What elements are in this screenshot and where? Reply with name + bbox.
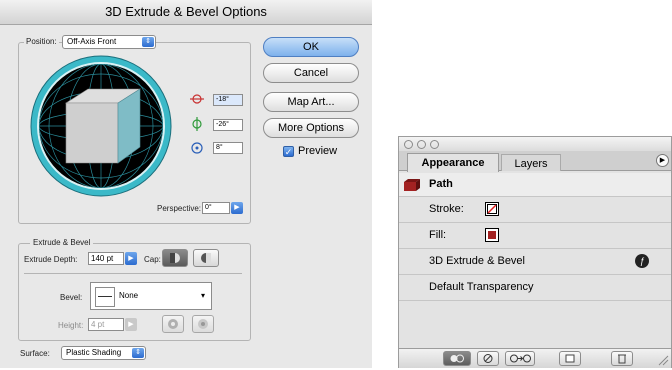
effect-label: 3D Extrude & Bevel	[429, 255, 525, 267]
surface-value: Plastic Shading	[66, 348, 122, 357]
bevel-value: None	[119, 291, 139, 300]
perspective-field[interactable]: 0°	[202, 202, 230, 214]
cube-front-face	[65, 102, 119, 164]
perspective-label: Perspective:	[157, 204, 202, 213]
cap-off-button[interactable]	[193, 249, 219, 267]
extrude-depth-label: Extrude Depth:	[24, 255, 78, 264]
x-rotation-field[interactable]: -18°	[213, 94, 243, 106]
cap-on-icon	[170, 253, 180, 263]
more-options-button[interactable]: More Options	[263, 118, 359, 138]
y-rotation-field[interactable]: -26°	[213, 119, 243, 131]
extrude-bevel-dialog: 3D Extrude & Bevel Options Position: Off…	[0, 0, 372, 368]
bevel-dropdown[interactable]: None ▾	[90, 282, 212, 310]
duplicate-item-button[interactable]	[559, 351, 581, 366]
chevron-down-icon: ▾	[201, 291, 206, 300]
bevel-in-icon	[198, 319, 208, 329]
appearance-panel: Appearance Layers ▶ Path Stroke: Fill: 3…	[398, 136, 672, 368]
bevel-label: Bevel:	[60, 293, 83, 302]
position-dropdown[interactable]: Off-Axis Front ⇕	[62, 35, 156, 49]
track-cube[interactable]	[30, 55, 172, 197]
tab-layers[interactable]: Layers	[501, 154, 561, 171]
new-art-maintains-appearance-button[interactable]	[443, 351, 471, 366]
panel-footer	[399, 348, 671, 368]
fill-row[interactable]: Fill:	[399, 223, 671, 249]
cap-label: Cap:	[144, 255, 161, 264]
dropdown-arrow-icon: ⇕	[132, 348, 144, 358]
minimize-icon[interactable]	[417, 140, 426, 149]
clear-appearance-icon	[483, 354, 493, 363]
reduce-to-basic-appearance-button[interactable]	[505, 351, 535, 366]
effect-row[interactable]: 3D Extrude & Bevel ƒ	[399, 249, 671, 275]
delete-item-button[interactable]	[611, 351, 633, 366]
cap-on-button[interactable]	[162, 249, 188, 267]
z-axis-rotation-icon	[191, 142, 203, 154]
dropdown-arrow-icon: ⇕	[142, 37, 154, 47]
dialog-title: 3D Extrude & Bevel Options	[0, 0, 372, 25]
extrude-depth-arrow-icon[interactable]: ▶	[125, 252, 137, 265]
transparency-row[interactable]: Default Transparency	[399, 275, 671, 301]
surface-dropdown[interactable]: Plastic Shading ⇕	[61, 346, 146, 360]
x-axis-rotation-icon	[190, 94, 204, 104]
height-label: Height:	[58, 321, 84, 330]
z-rotation-field[interactable]: 8°	[213, 142, 243, 154]
fill-color-chip	[488, 231, 496, 239]
surface-label: Surface:	[20, 349, 50, 358]
extrude-section-title: Extrude & Bevel	[30, 238, 94, 247]
transparency-label: Default Transparency	[429, 281, 534, 293]
zoom-icon[interactable]	[430, 140, 439, 149]
path-thumbnail-icon	[404, 179, 420, 191]
object-row[interactable]: Path	[399, 173, 671, 197]
ok-button[interactable]: OK	[263, 37, 359, 57]
bevel-out-button[interactable]	[162, 315, 184, 333]
bevel-in-button[interactable]	[192, 315, 214, 333]
object-label: Path	[429, 178, 453, 190]
stroke-none-swatch[interactable]	[485, 202, 499, 216]
position-value: Off-Axis Front	[67, 37, 117, 46]
fx-icon[interactable]: ƒ	[635, 254, 649, 268]
perspective-slider-arrow-icon[interactable]: ▶	[231, 202, 243, 214]
bevel-preview-swatch	[95, 287, 115, 307]
new-art-icon	[450, 354, 464, 363]
position-label: Position:	[24, 37, 59, 46]
clear-appearance-button[interactable]	[477, 351, 499, 366]
height-arrow-icon[interactable]: ▶	[125, 318, 137, 331]
bevel-out-icon	[168, 319, 178, 329]
resize-handle-icon[interactable]	[657, 354, 669, 366]
close-icon[interactable]	[404, 140, 413, 149]
fill-label: Fill:	[429, 229, 447, 241]
stroke-row[interactable]: Stroke:	[399, 197, 671, 223]
y-axis-rotation-icon	[192, 117, 202, 131]
trash-icon	[618, 354, 626, 364]
panel-title-bar	[399, 137, 671, 151]
preview-label: Preview	[298, 145, 338, 157]
reduce-basic-icon	[510, 354, 531, 363]
duplicate-icon	[565, 354, 575, 363]
height-field[interactable]: 4 pt	[88, 318, 124, 331]
cancel-button[interactable]: Cancel	[263, 63, 359, 83]
divider	[24, 273, 242, 274]
tab-appearance[interactable]: Appearance	[407, 153, 499, 172]
stroke-label: Stroke:	[429, 203, 464, 215]
extrude-depth-field[interactable]: 140 pt	[88, 252, 124, 265]
cap-off-icon	[201, 253, 211, 263]
map-art-button[interactable]: Map Art...	[263, 92, 359, 112]
fill-swatch[interactable]	[485, 228, 499, 242]
panel-menu-icon[interactable]: ▶	[656, 154, 669, 167]
preview-checkbox[interactable]: ✓	[283, 146, 294, 157]
